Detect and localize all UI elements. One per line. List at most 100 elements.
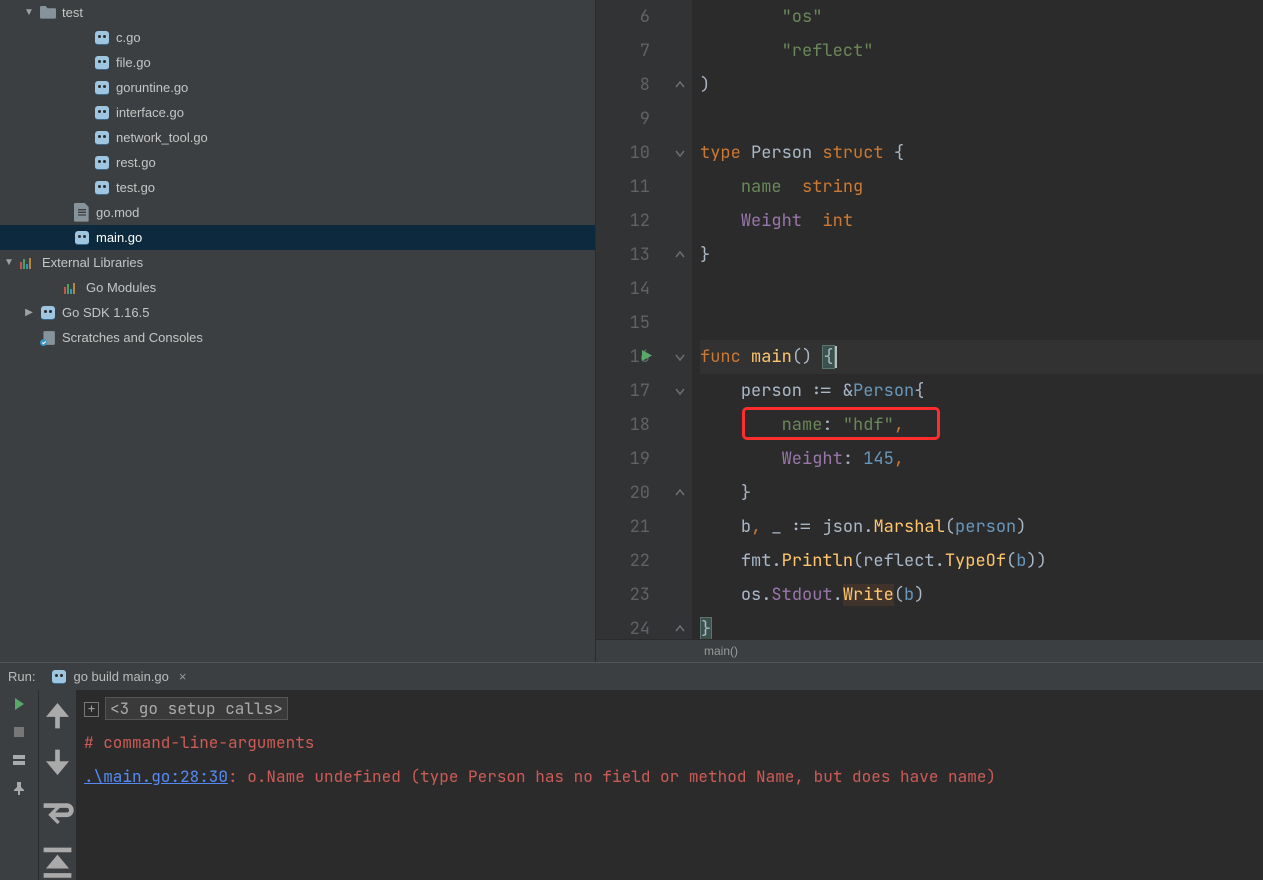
go-file-icon [94, 30, 110, 46]
code-line[interactable] [700, 272, 1263, 306]
line-number[interactable]: 16 [596, 340, 650, 374]
code-line[interactable]: } [700, 238, 1263, 272]
line-number[interactable]: 19 [596, 442, 650, 476]
code-line[interactable]: "reflect" [700, 34, 1263, 68]
fold-mark-icon[interactable] [674, 487, 686, 499]
scratch-icon [40, 330, 56, 346]
run-icon[interactable] [11, 696, 27, 712]
tree-label: interface.go [116, 105, 184, 120]
go-file-icon [94, 55, 110, 71]
error-link[interactable]: .\main.go:28:30 [84, 766, 228, 787]
code-line[interactable]: os.Stdout.Write(b) [700, 578, 1263, 612]
go-file-icon [40, 305, 56, 321]
line-number[interactable]: 12 [596, 204, 650, 238]
line-number[interactable]: 8 [596, 68, 650, 102]
line-number[interactable]: 14 [596, 272, 650, 306]
go-icon [52, 670, 66, 684]
file-goruntine.go[interactable]: goruntine.go [0, 75, 595, 100]
pin-icon[interactable] [11, 780, 27, 796]
fold-mark-icon[interactable] [674, 623, 686, 635]
line-number[interactable]: 23 [596, 578, 650, 612]
fold-mark-icon[interactable] [674, 351, 686, 363]
file-file.go[interactable]: file.go [0, 50, 595, 75]
fold-mark-icon[interactable] [674, 147, 686, 159]
code-line[interactable]: fmt.Println(reflect.TypeOf(b)) [700, 544, 1263, 578]
code-area[interactable]: "os" "reflect") type Person struct { name… [692, 0, 1263, 639]
project-tree[interactable]: ▼ test c.go file.go goruntine.go interface.go… [0, 0, 596, 662]
file-rest.go[interactable]: rest.go [0, 150, 595, 175]
expand-icon[interactable]: ▼ [24, 7, 34, 18]
breadcrumb[interactable]: main() [596, 639, 1263, 662]
code-line[interactable]: } [700, 612, 1263, 639]
down-arrow-icon[interactable] [39, 745, 76, 782]
go-sdk[interactable]: ▶Go SDK 1.16.5 [0, 300, 595, 325]
run-toolbar-left[interactable] [0, 690, 38, 880]
code-line[interactable]: Weight: 145, [700, 442, 1263, 476]
run-tool-header[interactable]: Run: go build main.go × [0, 662, 1263, 690]
scratches[interactable]: Scratches and Consoles [0, 325, 595, 350]
code-line[interactable]: type Person struct { [700, 136, 1263, 170]
run-gutter-icon[interactable] [640, 349, 653, 362]
file-main-go[interactable]: main.go [0, 225, 595, 250]
code-line[interactable]: b, _ := json.Marshal(person) [700, 510, 1263, 544]
line-number[interactable]: 9 [596, 102, 650, 136]
line-number[interactable]: 7 [596, 34, 650, 68]
fold-mark-icon[interactable] [674, 249, 686, 261]
file-go-mod[interactable]: go.mod [0, 200, 595, 225]
fold-mark-icon[interactable] [674, 385, 686, 397]
folder-test[interactable]: ▼ test [0, 0, 595, 25]
tree-label: c.go [116, 30, 141, 45]
stop-icon[interactable] [11, 724, 27, 740]
expand-icon[interactable]: ▶ [24, 307, 34, 318]
run-toolbar-2[interactable] [38, 690, 76, 880]
line-number[interactable]: 18 [596, 408, 650, 442]
fold-mark-icon[interactable] [674, 79, 686, 91]
line-number[interactable]: 11 [596, 170, 650, 204]
code-line[interactable]: func main() { [700, 340, 1263, 374]
code-line[interactable]: name string [700, 170, 1263, 204]
setup-calls[interactable]: <3 go setup calls> [105, 697, 288, 720]
external-libraries[interactable]: ▼External Libraries [0, 250, 595, 275]
code-line[interactable]: ) [700, 68, 1263, 102]
line-number[interactable]: 21 [596, 510, 650, 544]
fold-expand-icon[interactable]: + [84, 702, 99, 717]
go-modules[interactable]: Go Modules [0, 275, 595, 300]
tree-label: test [62, 5, 83, 20]
code-line[interactable] [700, 306, 1263, 340]
line-number[interactable]: 13 [596, 238, 650, 272]
expand-icon[interactable]: ▼ [4, 257, 14, 268]
tree-label: Go Modules [86, 280, 156, 295]
line-number[interactable]: 15 [596, 306, 650, 340]
layout-icon[interactable] [11, 752, 27, 768]
code-line[interactable]: Weight int [700, 204, 1263, 238]
editor[interactable]: 67891011121314151617181920212223242526 "… [596, 0, 1263, 662]
code-line[interactable]: "os" [700, 0, 1263, 34]
file-interface.go[interactable]: interface.go [0, 100, 595, 125]
code-line[interactable]: name: "hdf", [700, 408, 1263, 442]
line-number[interactable]: 24 [596, 612, 650, 639]
scroll-to-end-icon[interactable] [39, 843, 76, 880]
go-file-icon [94, 155, 110, 171]
line-number[interactable]: 6 [596, 0, 650, 34]
console-output[interactable]: +<3 go setup calls> # command-line-argum… [76, 690, 1263, 880]
close-icon[interactable]: × [179, 669, 187, 684]
code-line[interactable]: } [700, 476, 1263, 510]
folder-icon [40, 5, 56, 21]
file-network_tool.go[interactable]: network_tool.go [0, 125, 595, 150]
breadcrumb-item[interactable]: main() [704, 644, 738, 658]
file-c.go[interactable]: c.go [0, 25, 595, 50]
file-test.go[interactable]: test.go [0, 175, 595, 200]
code-line[interactable] [700, 102, 1263, 136]
up-arrow-icon[interactable] [39, 696, 76, 733]
code-line[interactable]: person := &Person{ [700, 374, 1263, 408]
fold-column[interactable] [672, 0, 692, 639]
line-number[interactable]: 20 [596, 476, 650, 510]
run-tab[interactable]: go build main.go × [45, 665, 192, 689]
line-number[interactable]: 10 [596, 136, 650, 170]
soft-wrap-icon[interactable] [39, 794, 76, 831]
line-number[interactable]: 22 [596, 544, 650, 578]
tree-label: file.go [116, 55, 151, 70]
line-number[interactable]: 17 [596, 374, 650, 408]
go-file-icon [74, 230, 90, 246]
go-file-icon [94, 80, 110, 96]
